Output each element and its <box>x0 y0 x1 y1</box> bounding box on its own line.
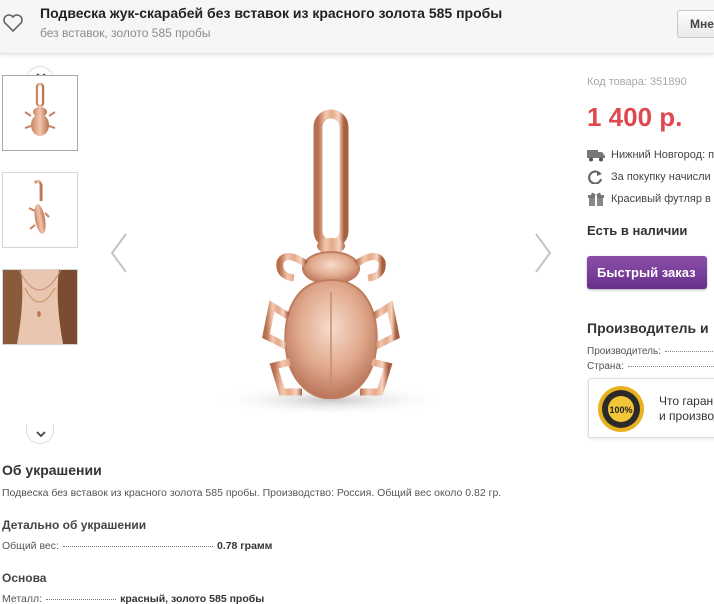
pendant-side-thumbnail <box>28 179 50 234</box>
chevron-left-icon[interactable] <box>108 232 130 274</box>
chevron-down-icon <box>36 431 46 438</box>
country-label: Страна: <box>587 361 624 372</box>
guarantee-line-1: Что гаран <box>659 394 714 408</box>
details-heading: Детально об украшении <box>2 518 147 532</box>
guarantee-seal-icon: 100% <box>598 386 644 432</box>
maker-row-manufacturer: Производитель: <box>587 346 714 357</box>
guarantee-text: Что гарани производ <box>659 394 714 424</box>
maker-row-country: Страна: <box>587 361 714 372</box>
weight-label: Общий вес: <box>2 540 59 552</box>
refresh-icon <box>588 170 603 184</box>
page-subtitle: без вставок, золото 585 пробы <box>40 26 211 40</box>
truck-icon <box>587 150 605 162</box>
about-text: Подвеска без вставок из красного золота … <box>2 487 502 499</box>
chevron-right-icon[interactable] <box>532 232 554 274</box>
metal-value: красный, золото 585 пробы <box>120 593 265 604</box>
product-price: 1 400 р. <box>587 102 683 132</box>
thumbnails-down-button[interactable] <box>26 424 54 444</box>
maker-heading: Производитель и <box>587 320 709 336</box>
more-button[interactable]: Мне <box>677 10 714 38</box>
stock-status: Есть в наличии <box>587 223 688 238</box>
feature-delivery-text: Нижний Новгород: п <box>611 148 714 161</box>
guarantee-line-2: и производ <box>659 409 714 423</box>
feature-delivery: Нижний Новгород: п <box>587 148 714 162</box>
pendant-front-thumbnail <box>24 82 56 136</box>
product-header: Подвеска жук-скарабей без вставок из кра… <box>0 0 714 54</box>
feature-gift: Красивый футляр в <box>587 192 714 206</box>
feature-bonus: За покупку начисли <box>587 170 714 184</box>
maker-label: Производитель: <box>587 346 661 357</box>
heart-icon[interactable] <box>2 12 24 34</box>
base-heading: Основа <box>2 571 47 585</box>
feature-bonus-text: За покупку начисли <box>611 170 711 183</box>
thumbnail-front[interactable] <box>2 75 78 151</box>
metal-label: Металл: <box>2 593 43 604</box>
thumbnail-side[interactable] <box>2 172 78 248</box>
product-image <box>210 109 450 416</box>
spec-weight: Общий вес: 0.78 грамм <box>2 540 272 552</box>
quick-order-button[interactable]: Быстрый заказ <box>587 256 707 289</box>
guarantee-banner[interactable]: 100% Что гарани производ <box>588 378 714 438</box>
gift-icon <box>588 192 604 206</box>
thumbnail-on-model[interactable] <box>2 269 78 345</box>
page-title: Подвеска жук-скарабей без вставок из кра… <box>40 5 503 21</box>
spec-metal: Металл: красный, золото 585 пробы <box>2 593 264 604</box>
weight-value: 0.78 грамм <box>216 540 273 552</box>
seal-text: 100% <box>609 405 632 415</box>
about-heading: Об украшении <box>2 462 102 478</box>
product-code: Код товара: 351890 <box>587 76 687 88</box>
model-neck-thumbnail <box>3 270 77 344</box>
feature-gift-text: Красивый футляр в <box>611 192 711 205</box>
